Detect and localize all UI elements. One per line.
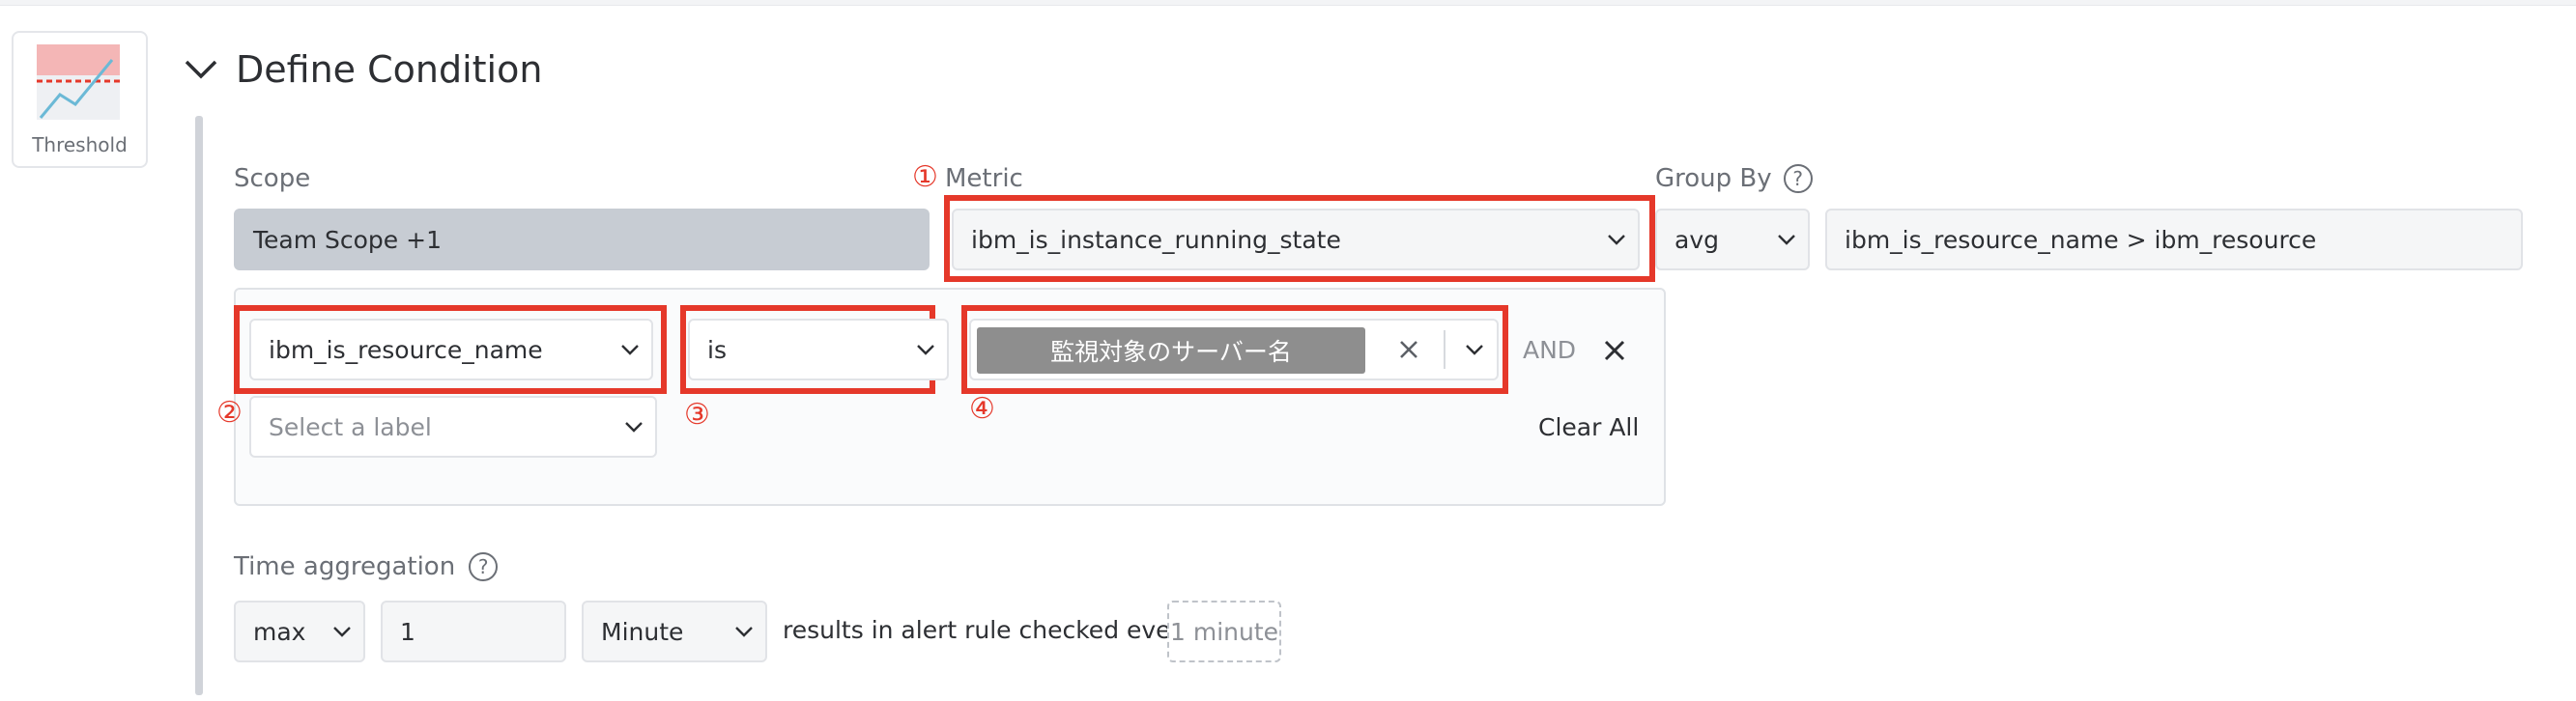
group-by-aggregation-select[interactable]: avg (1655, 209, 1810, 270)
time-count-input[interactable]: 1 (381, 601, 566, 662)
chevron-down-icon (609, 344, 651, 355)
time-aggregation-suffix: results in alert rule checked every (783, 616, 1195, 644)
label-marker: ② (216, 396, 243, 430)
remove-tag-icon[interactable] (1394, 335, 1423, 364)
clear-all-button[interactable]: Clear All (1538, 413, 1639, 441)
metric-label: Metric (945, 164, 1023, 193)
time-aggregation-label: Time aggregation (234, 552, 456, 581)
metric-marker: ① (912, 160, 938, 194)
threshold-chart-icon (37, 44, 120, 120)
condition-label-select[interactable]: ibm_is_resource_name (249, 319, 653, 380)
time-count-value: 1 (400, 617, 415, 646)
threshold-label: Threshold (32, 133, 128, 156)
group-by-label-row: Group By ? (1655, 164, 1813, 193)
condition-value-tag: 監視対象のサーバー名 (977, 327, 1365, 374)
chevron-down-icon (321, 626, 363, 637)
scope-label: Scope (234, 164, 311, 193)
time-function-select[interactable]: max (234, 601, 365, 662)
help-icon[interactable]: ? (1783, 164, 1813, 193)
and-connector: AND (1523, 336, 1577, 364)
scope-value: Team Scope +1 (253, 225, 442, 254)
select-label-dropdown[interactable]: Select a label (249, 396, 657, 458)
remove-condition-icon[interactable] (1600, 336, 1629, 365)
help-icon[interactable]: ? (469, 552, 499, 581)
define-condition-header[interactable]: Define Condition (184, 44, 542, 95)
time-unit-select[interactable]: Minute (582, 601, 767, 662)
select-divider (1444, 330, 1445, 369)
group-by-field[interactable]: ibm_is_resource_name > ibm_resource (1825, 209, 2523, 270)
section-title: Define Condition (236, 48, 543, 91)
chevron-down-icon[interactable] (1453, 340, 1496, 359)
operator-marker: ③ (684, 398, 710, 432)
time-aggregation-label-row: Time aggregation ? (234, 552, 499, 581)
top-divider (0, 0, 2576, 6)
time-function-value: max (253, 617, 306, 646)
chevron-down-icon (1765, 234, 1808, 245)
time-unit-value: Minute (601, 617, 684, 646)
select-label-placeholder: Select a label (269, 412, 432, 441)
chevron-down-icon (723, 626, 765, 637)
value-marker: ④ (969, 392, 995, 426)
chevron-down-icon (185, 60, 217, 79)
group-by-label: Group By (1655, 164, 1772, 193)
scope-field[interactable]: Team Scope +1 (234, 209, 930, 270)
section-indent-bar (195, 116, 203, 695)
chevron-down-icon (904, 344, 947, 355)
group-by-aggregation-value: avg (1674, 225, 1719, 254)
chevron-down-icon (613, 421, 655, 433)
condition-label-value: ibm_is_resource_name (269, 335, 543, 364)
metric-value: ibm_is_instance_running_state (971, 225, 1341, 254)
threshold-card[interactable]: Threshold (12, 31, 148, 168)
metric-select[interactable]: ibm_is_instance_running_state (952, 209, 1640, 270)
group-by-value: ibm_is_resource_name > ibm_resource (1845, 225, 2317, 254)
check-interval: 1 minute (1167, 601, 1281, 662)
condition-operator-value: is (707, 335, 727, 364)
chevron-down-icon (1595, 234, 1638, 245)
condition-operator-select[interactable]: is (688, 319, 949, 380)
